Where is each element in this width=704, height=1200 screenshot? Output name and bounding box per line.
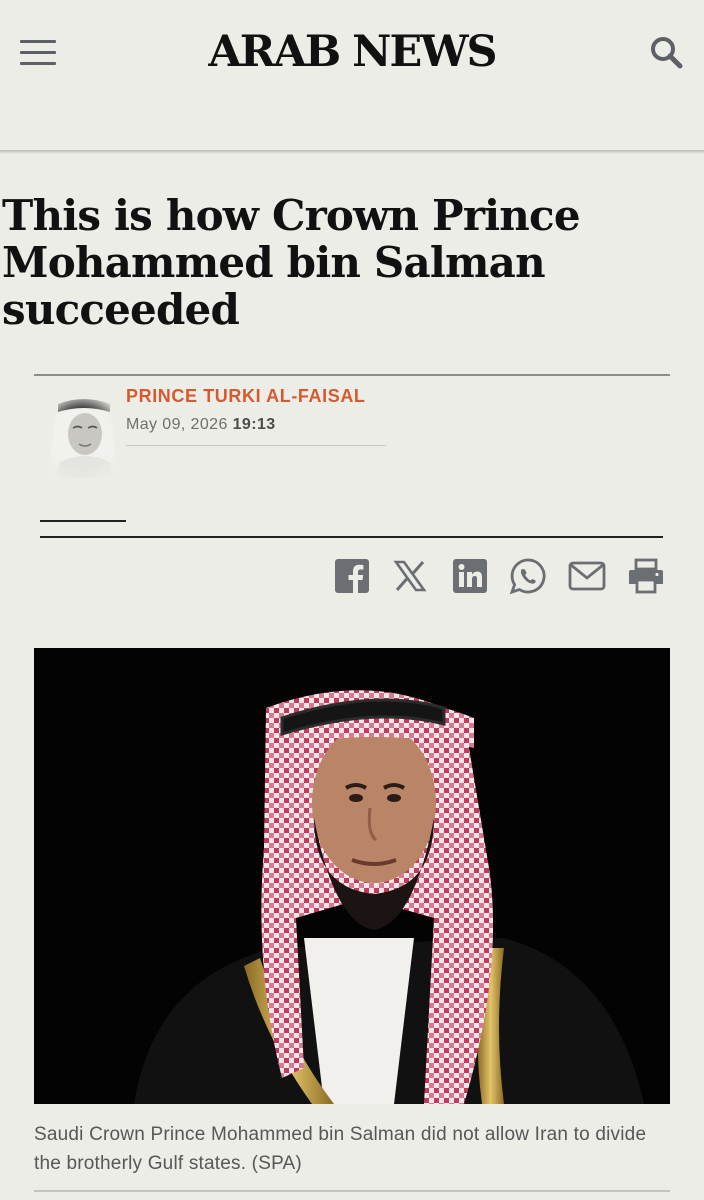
site-header: ARAB NEWS [0, 0, 704, 150]
email-icon[interactable] [567, 554, 607, 598]
divider [40, 536, 663, 538]
share-toolbar [330, 554, 670, 598]
publish-date: May 09, 2026 19:13 [126, 416, 276, 434]
divider [34, 1190, 670, 1192]
site-logo[interactable]: ARAB NEWS [200, 22, 504, 82]
article-headline: This is how Crown Prince Mohammed bin Sa… [2, 191, 581, 334]
header-divider [0, 150, 704, 154]
facebook-icon[interactable] [332, 554, 372, 598]
image-caption: Saudi Crown Prince Mohammed bin Salman d… [34, 1124, 647, 1174]
article-hero-image[interactable] [34, 648, 670, 1104]
author-name-link[interactable]: PRINCE TURKI AL-FAISAL [126, 386, 366, 407]
publish-time: 19:13 [232, 416, 276, 433]
linkedin-icon[interactable] [450, 554, 490, 598]
print-icon[interactable] [626, 554, 666, 598]
whatsapp-icon[interactable] [508, 554, 548, 598]
divider [126, 445, 386, 446]
hamburger-menu-icon[interactable] [20, 40, 56, 66]
search-icon[interactable] [648, 34, 686, 72]
divider [40, 520, 126, 522]
x-icon[interactable] [390, 554, 430, 598]
author-avatar[interactable] [40, 392, 124, 478]
divider [34, 374, 670, 376]
publish-date-value: May 09, 2026 [126, 416, 228, 433]
